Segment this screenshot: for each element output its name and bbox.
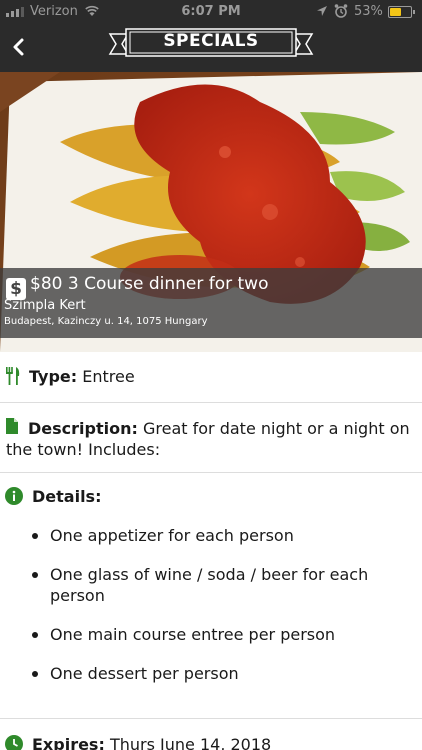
deal-title: $80 3 Course dinner for two	[30, 274, 269, 294]
divider	[0, 718, 422, 719]
list-item: One main course entree per person	[32, 624, 412, 645]
clock-icon	[5, 735, 23, 750]
navigation-bar: Verizon 6:07 PM 53% SPECIALS	[0, 0, 422, 72]
details-list: One appetizer for each person One glass …	[32, 525, 412, 702]
expires-label: Expires:	[32, 735, 105, 750]
expires-value: Thurs June 14, 2018	[109, 735, 272, 750]
list-item: One dessert per person	[32, 663, 412, 684]
details-label: Details:	[32, 487, 102, 506]
location-arrow-icon	[317, 6, 327, 16]
status-bar: Verizon 6:07 PM 53%	[0, 0, 422, 24]
venue-name[interactable]: Szimpla Kert	[4, 298, 86, 313]
info-circle-icon	[5, 487, 23, 505]
list-item: One glass of wine / soda / beer for each…	[32, 564, 412, 606]
list-item: One appetizer for each person	[32, 525, 412, 546]
battery-percent: 53%	[354, 4, 383, 19]
page-title: SPECIALS	[163, 31, 259, 51]
alarm-icon	[334, 4, 348, 18]
type-value: Entree	[82, 367, 135, 386]
divider	[0, 472, 422, 473]
battery-icon	[388, 6, 415, 18]
type-label: Type:	[29, 367, 78, 386]
venue-address[interactable]: Budapest, Kazinczy u. 14, 1075 Hungary	[4, 316, 208, 327]
divider	[0, 402, 422, 403]
description-label: Description:	[28, 419, 138, 438]
fork-knife-icon	[6, 367, 20, 385]
dollar-sign-icon: $	[6, 278, 26, 300]
chevron-left-icon[interactable]	[6, 30, 36, 64]
